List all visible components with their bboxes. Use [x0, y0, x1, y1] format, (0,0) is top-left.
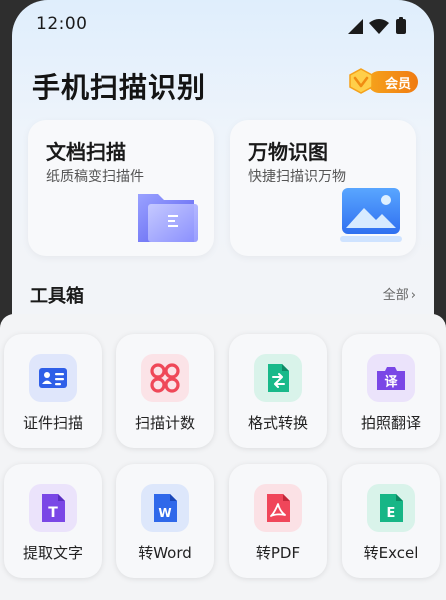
toolbox-all-label: 全部	[382, 288, 409, 303]
wifi-icon	[369, 19, 389, 34]
word-icon: W	[141, 484, 189, 532]
toolbox-all-link[interactable]: 全部 ›	[383, 284, 416, 303]
chevron-right-icon: ›	[410, 288, 416, 303]
tool-label: 拍照翻译	[360, 414, 421, 432]
battery-icon	[396, 19, 406, 34]
excel-icon: E	[367, 484, 415, 532]
svg-text:E: E	[387, 506, 396, 521]
svg-text:W: W	[158, 506, 171, 520]
image-icon	[340, 188, 402, 242]
toolbox-panel: 证件扫描 扫描计数 格式转换 译 拍照翻译 T 提取文字 W 转Word 转PD…	[0, 314, 446, 600]
tool-label: 提取文字	[22, 544, 83, 562]
tool-format-convert[interactable]: 格式转换	[229, 334, 327, 448]
svg-text:译: 译	[384, 375, 398, 390]
count-icon	[141, 354, 189, 402]
doc-scan-subtitle: 纸质稿变扫描件	[46, 169, 144, 185]
doc-scan-title: 文档扫描	[46, 140, 126, 164]
tool-to-pdf[interactable]: 转PDF	[229, 464, 327, 578]
tool-label: 转PDF	[255, 544, 301, 562]
translate-icon: 译	[367, 354, 415, 402]
tool-label: 转Word	[138, 544, 192, 562]
doc-scan-card[interactable]: 文档扫描 纸质稿变扫描件	[28, 120, 214, 256]
vip-button[interactable]: 会员	[348, 68, 418, 96]
tool-label: 格式转换	[247, 414, 308, 432]
image-recognize-title: 万物识图	[248, 140, 328, 164]
vip-label: 会员	[384, 77, 411, 92]
tool-label: 转Excel	[363, 544, 419, 562]
svg-text:T: T	[48, 505, 58, 521]
convert-icon	[254, 354, 302, 402]
id-card-icon	[29, 354, 77, 402]
tool-photo-translate[interactable]: 译 拍照翻译	[342, 334, 440, 448]
vip-crown-icon	[349, 68, 373, 94]
image-recognize-subtitle: 快捷扫描识万物	[248, 169, 346, 185]
tool-scan-count[interactable]: 扫描计数	[116, 334, 214, 448]
toolbox-title: 工具箱	[30, 286, 84, 307]
tool-to-excel[interactable]: E 转Excel	[342, 464, 440, 578]
folder-icon	[138, 194, 198, 242]
tool-label: 证件扫描	[22, 414, 83, 432]
pdf-icon	[254, 484, 302, 532]
text-extract-icon: T	[29, 484, 77, 532]
image-recognize-card[interactable]: 万物识图 快捷扫描识万物	[230, 120, 416, 256]
tool-to-word[interactable]: W 转Word	[116, 464, 214, 578]
signal-icon	[348, 19, 363, 34]
tool-id-scan[interactable]: 证件扫描	[4, 334, 102, 448]
page-title: 手机扫描识别	[32, 71, 207, 104]
status-time: 12:00	[36, 14, 88, 34]
tool-text-extract[interactable]: T 提取文字	[4, 464, 102, 578]
status-icons	[348, 17, 406, 34]
status-bar: 12:00	[36, 14, 410, 38]
tool-label: 扫描计数	[134, 414, 195, 432]
